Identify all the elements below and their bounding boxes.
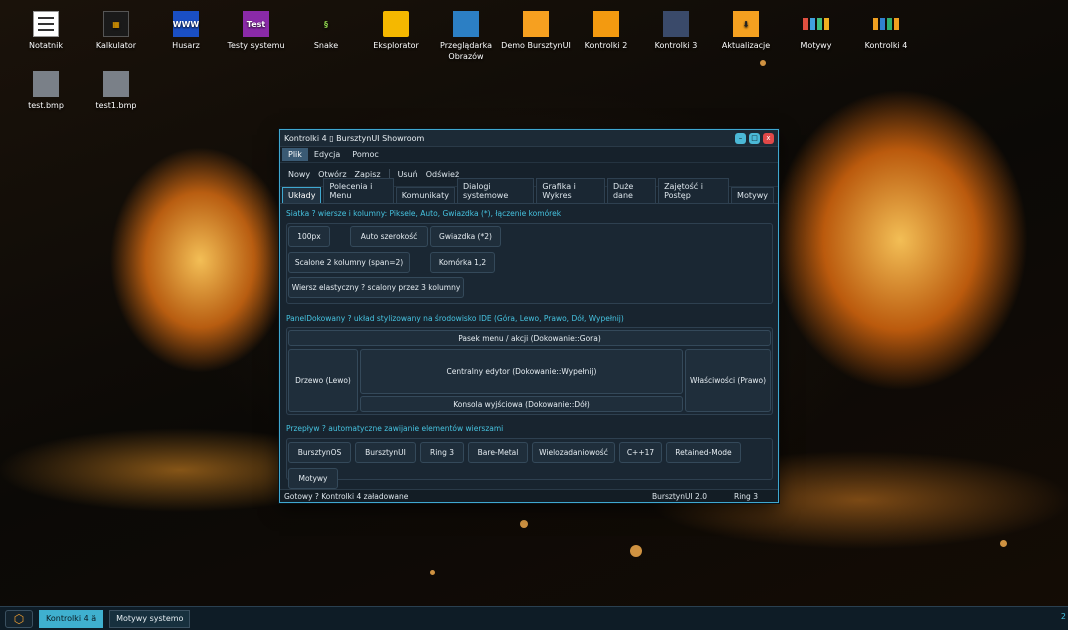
flow-button-wielozadaniowosc[interactable]: Wielozadaniowość <box>532 442 615 463</box>
flow-button-retained-mode[interactable]: Retained-Mode <box>666 442 741 463</box>
desktop-icon-kontrolki-3[interactable]: Kontrolki 3 <box>638 11 714 51</box>
status-bar: Gotowy ? Kontrolki 4 załadowane Bursztyn… <box>280 489 778 502</box>
desktop-icon-test-bmp[interactable]: test.bmp <box>8 71 84 111</box>
tab-uklady[interactable]: Układy <box>282 187 322 203</box>
amber-logo-icon: ⬡ <box>13 611 25 626</box>
tab-bar: Układy Polecenia i Menu Komunikaty Dialo… <box>280 178 778 204</box>
bitmap-file-icon <box>103 71 129 97</box>
tab-zajetosc-i-postep[interactable]: Zajętość i Postęp <box>658 178 730 203</box>
tab-grafika-i-wykres[interactable]: Grafika i Wykres <box>536 178 605 203</box>
tab-motywy[interactable]: Motywy <box>731 187 774 203</box>
desktop-icon-kalkulator[interactable]: ▦ Kalkulator <box>78 11 154 51</box>
dock-left[interactable]: Drzewo (Lewo) <box>288 349 358 412</box>
title-bar[interactable]: Kontrolki 4 ▯ BursztynUI Showroom – □ x <box>280 130 778 147</box>
new-button[interactable]: Nowy <box>284 167 314 182</box>
image-viewer-icon <box>453 11 479 37</box>
controls-icon <box>593 11 619 37</box>
desktop-icon-test1-bmp[interactable]: test1.bmp <box>78 71 154 111</box>
sliders-icon <box>663 11 689 37</box>
grid-button-100px[interactable]: 100px <box>288 226 330 247</box>
status-ring: Ring 3 <box>734 491 758 501</box>
themes-icon <box>803 11 829 37</box>
folder-icon <box>383 11 409 37</box>
status-text: Gotowy ? Kontrolki 4 załadowane <box>284 491 409 501</box>
tab-komunikaty[interactable]: Komunikaty <box>395 187 455 203</box>
flow-button-bursztynui[interactable]: BursztynUI <box>355 442 416 463</box>
menu-edycja[interactable]: Edycja <box>308 148 346 161</box>
desktop-icon-testy-systemu[interactable]: Test Testy systemu <box>218 11 294 51</box>
notepad-icon <box>33 11 59 37</box>
demo-icon <box>523 11 549 37</box>
flow-button-bare-metal[interactable]: Bare-Metal <box>468 442 528 463</box>
tray-clock: 2 <box>1060 612 1066 621</box>
download-icon: ⬇ <box>733 11 759 37</box>
minimize-button[interactable]: – <box>735 132 746 144</box>
menu-pomoc[interactable]: Pomoc <box>346 148 385 161</box>
dock-section-title: PanelDokowany ? układ stylizowany na śro… <box>286 314 624 323</box>
desktop-icon-aktualizacje[interactable]: ⬇ Aktualizacje <box>708 11 784 51</box>
delete-button[interactable]: Usuń <box>394 167 422 182</box>
flow-section-title: Przepływ ? automatyczne zawijanie elemen… <box>286 424 504 433</box>
start-button[interactable]: ⬡ <box>5 609 33 628</box>
window-title: Kontrolki 4 ▯ BursztynUI Showroom <box>284 133 425 143</box>
desktop-icon-motywy[interactable]: Motywy <box>778 11 854 51</box>
flow-button-bursztynos[interactable]: BursztynOS <box>288 442 351 463</box>
flow-button-cpp17[interactable]: C++17 <box>619 442 662 463</box>
flow-button-ring3[interactable]: Ring 3 <box>420 442 464 463</box>
snake-icon: § <box>324 19 328 29</box>
tiles-icon <box>873 11 899 37</box>
tab-content: Siatka ? wiersze i kolumny: Piksele, Aut… <box>280 204 778 489</box>
dock-top[interactable]: Pasek menu / akcji (Dokowanie::Gora) <box>288 330 771 346</box>
grid-button-star[interactable]: Gwiazdka (*2) <box>430 226 501 247</box>
grid-button-auto-width[interactable]: Auto szerokość <box>350 226 428 247</box>
taskbar: ⬡ Kontrolki 4 ä Motywy systemo 2 <box>0 606 1068 630</box>
desktop-icon-eksplorator[interactable]: Eksplorator <box>358 11 434 51</box>
menu-plik[interactable]: Plik <box>282 148 308 161</box>
close-button[interactable]: x <box>763 132 774 144</box>
desktop-icon-kontrolki-2[interactable]: Kontrolki 2 <box>568 11 644 51</box>
grid-section-title: Siatka ? wiersze i kolumny: Piksele, Aut… <box>286 209 562 218</box>
bitmap-file-icon <box>33 71 59 97</box>
tab-dialogi-systemowe[interactable]: Dialogi systemowe <box>456 178 535 203</box>
desktop-icon-husarz[interactable]: WWW Husarz <box>148 11 224 51</box>
desktop-icon-snake[interactable]: § Snake <box>288 11 364 51</box>
taskbar-item-motywy[interactable]: Motywy systemo <box>109 609 191 628</box>
desktop-icon-demo-bursztynui[interactable]: Demo BursztynUI <box>498 11 574 51</box>
tab-duze-dane[interactable]: Duże dane <box>606 178 657 203</box>
grid-button-elastic-row[interactable]: Wiersz elastyczny ? scalony przez 3 kolu… <box>288 277 464 298</box>
grid-button-cell-1-2[interactable]: Komórka 1,2 <box>430 252 495 273</box>
desktop-icon-notatnik[interactable]: Notatnik <box>8 11 84 51</box>
web-browser-icon: WWW <box>173 11 199 37</box>
desktop-icon-kontrolki-4[interactable]: Kontrolki 4 <box>848 11 924 51</box>
test-icon: Test <box>243 11 269 37</box>
calculator-icon: ▦ <box>103 11 129 37</box>
grid-button-span2[interactable]: Scalone 2 kolumny (span=2) <box>288 252 410 273</box>
tab-polecenia-i-menu[interactable]: Polecenia i Menu <box>323 178 394 203</box>
dock-right[interactable]: Właściwości (Prawo) <box>685 349 771 412</box>
dock-center[interactable]: Centralny edytor (Dokowanie::Wypełnij) <box>360 349 683 394</box>
dock-bottom[interactable]: Konsola wyjściowa (Dokowanie::Dół) <box>360 396 683 412</box>
desktop-icon-przegladarka[interactable]: Przeglądarka Obrazów <box>428 11 504 62</box>
maximize-button[interactable]: □ <box>749 132 760 144</box>
flow-button-motywy[interactable]: Motywy <box>288 468 338 489</box>
status-version: BursztynUI 2.0 <box>652 491 707 501</box>
taskbar-item-kontrolki-4[interactable]: Kontrolki 4 ä <box>39 609 104 628</box>
app-window: Kontrolki 4 ▯ BursztynUI Showroom – □ x … <box>279 129 779 503</box>
menu-bar: Plik Edycja Pomoc <box>280 147 778 163</box>
